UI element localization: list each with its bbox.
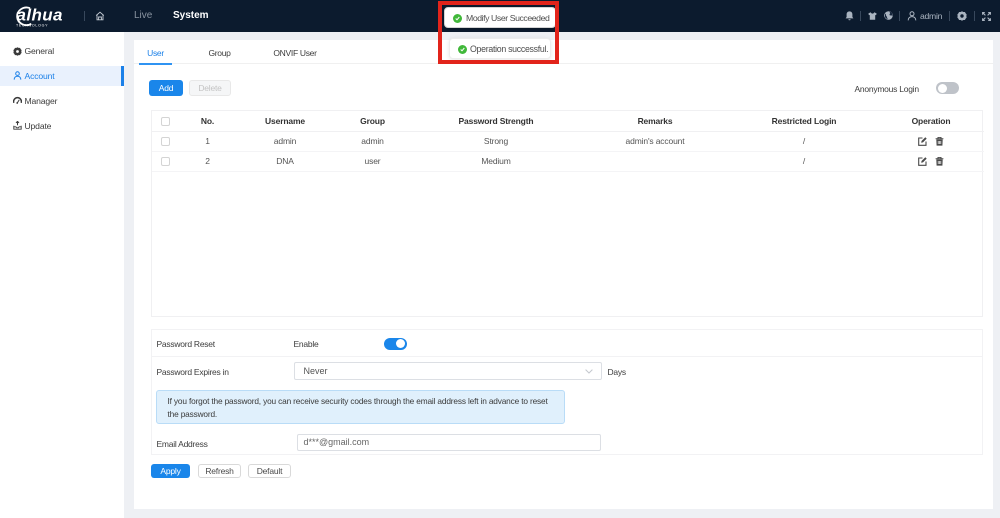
svg-text:TECHNOLOGY: TECHNOLOGY bbox=[16, 24, 48, 28]
